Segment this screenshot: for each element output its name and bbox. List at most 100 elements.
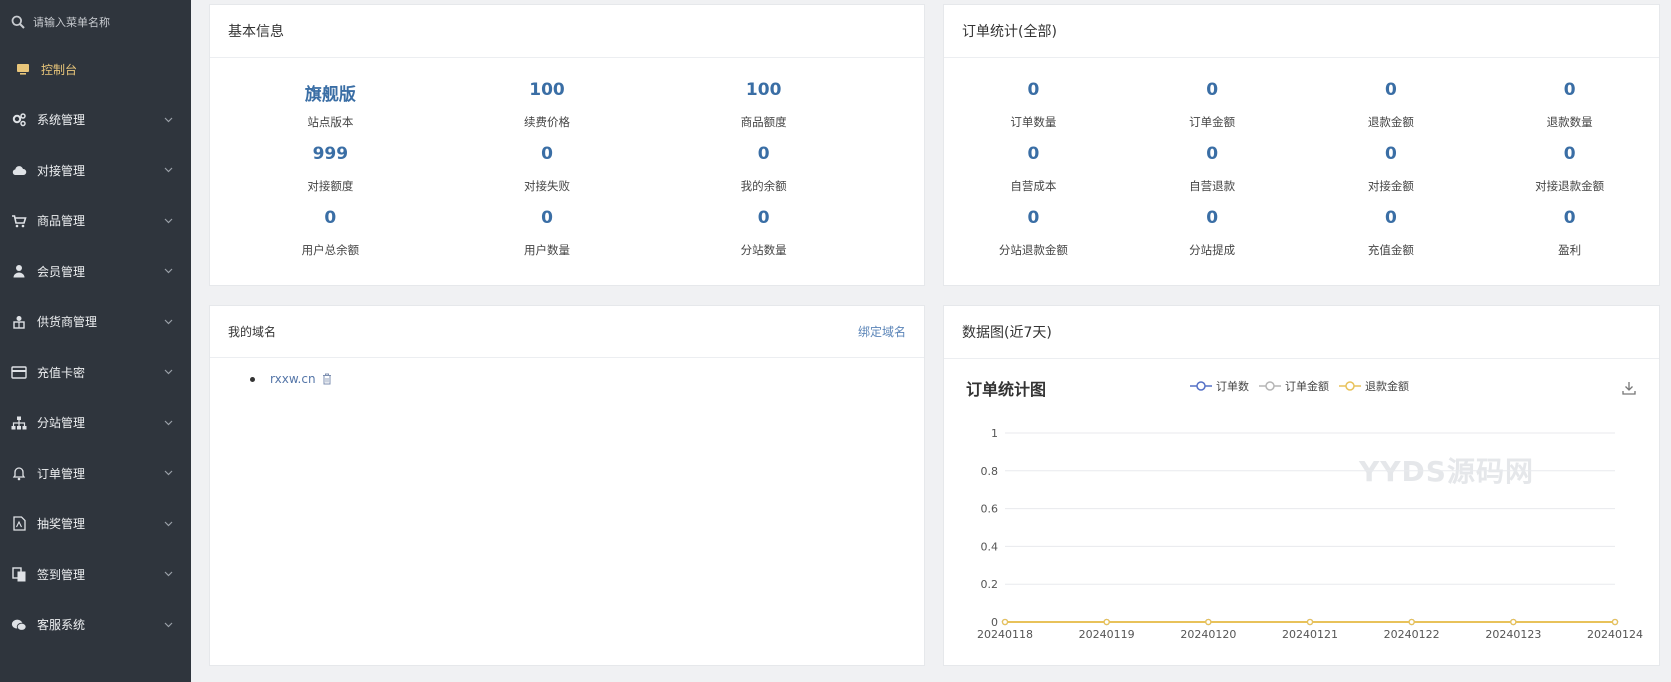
wechat-icon (11, 617, 27, 633)
stat-cell: 0 订单数量 (944, 58, 1123, 129)
chart-title: 订单统计图 (966, 380, 1047, 399)
data-point[interactable] (1510, 618, 1517, 626)
data-point[interactable] (1611, 618, 1619, 626)
data-point[interactable] (1306, 618, 1314, 626)
sidebar-item-label: 签到管理 (37, 567, 86, 582)
stat-cell: 0 对接退款金额 (1480, 122, 1659, 193)
stat-value: 旗舰版 (304, 85, 356, 105)
data-point[interactable] (1611, 618, 1619, 626)
data-point[interactable] (1103, 618, 1110, 626)
stat-label: 用户总余额 (301, 243, 360, 257)
menu-search[interactable]: 请输入菜单名称 (0, 0, 191, 44)
sidebar-item-label: 对接管理 (37, 163, 86, 178)
sidebar-item-10[interactable]: 签到管理 (0, 549, 191, 600)
chevron-down-icon (164, 268, 173, 274)
sidebar-item-0[interactable]: 控制台 (0, 44, 191, 95)
download-icon[interactable] (1621, 380, 1637, 396)
sidebar-item-7[interactable]: 分站管理 (0, 398, 191, 449)
data-point[interactable] (1001, 618, 1009, 626)
x-tick-label: 20240123 (1485, 628, 1541, 641)
stat-value: 0 (1206, 80, 1219, 100)
stat-cell: 0 对接金额 (1302, 122, 1481, 193)
stat-cell: 旗舰版 站点版本 (222, 58, 439, 129)
data-point[interactable] (1408, 618, 1415, 626)
file-icon (11, 516, 27, 532)
legend-label: 退款金额 (1365, 380, 1409, 393)
bell-icon (11, 465, 27, 481)
sidebar-item-3[interactable]: 商品管理 (0, 196, 191, 247)
stat-cell: 0 对接失败 (439, 122, 656, 193)
stat-value: 0 (1384, 80, 1397, 100)
stat-value: 0 (541, 144, 553, 164)
sidebar-item-label: 控制台 (41, 62, 78, 77)
data-point[interactable] (1001, 618, 1009, 626)
stat-label: 分站提成 (1189, 243, 1236, 257)
legend-label: 订单数 (1216, 380, 1249, 393)
data-point[interactable] (1510, 618, 1517, 626)
bind-domain-link[interactable]: 绑定域名 (858, 323, 906, 340)
stat-value: 0 (324, 208, 337, 228)
stat-cell: 0 订单金额 (1123, 58, 1302, 129)
stat-cell: 100 商品额度 (655, 58, 872, 129)
stat-cell: 0 退款金额 (1302, 58, 1481, 129)
sidebar: 请输入菜单名称 控制台系统管理对接管理商品管理 会员管理 供货商管理充值卡密分站管理… (0, 0, 191, 682)
data-point[interactable] (1205, 618, 1212, 626)
data-point[interactable] (1001, 618, 1009, 626)
chevron-down-icon (164, 319, 173, 325)
stat-value: 0 (757, 208, 770, 228)
sidebar-item-5[interactable]: 供货商管理 (0, 297, 191, 348)
x-tick-label: 20240120 (1180, 628, 1236, 641)
stat-cell: 0 自营退款 (1123, 122, 1302, 193)
stat-cell: 0 分站数量 (655, 186, 872, 257)
trash-icon[interactable] (322, 373, 332, 385)
data-point[interactable] (1205, 618, 1212, 626)
legend-item[interactable]: 订单金额 (1259, 378, 1329, 394)
data-point[interactable] (1306, 618, 1314, 626)
sidebar-item-8[interactable]: 订单管理 (0, 448, 191, 499)
sidebar-item-9[interactable]: 抽奖管理 (0, 499, 191, 550)
sidebar-item-4[interactable]: 会员管理 (0, 246, 191, 297)
order-stats-grid: 0 订单数量 0 订单金额 0 退款金额 0 退款数量 0 自营成本 0 自营退款 0 对接金额 0 对接退款… (944, 58, 1659, 257)
stat-label: 分站数量 (740, 243, 787, 257)
chevron-down-icon (164, 218, 173, 224)
stat-cell: 0 退款数量 (1480, 58, 1659, 129)
stat-cell: 0 分站提成 (1123, 186, 1302, 257)
data-point[interactable] (1205, 618, 1212, 626)
legend-item[interactable]: 订单数 (1190, 378, 1249, 394)
sidebar-item-6[interactable]: 充值卡密 (0, 347, 191, 398)
y-tick-label: 1 (991, 427, 998, 440)
legend-item[interactable]: 退款金额 (1339, 378, 1409, 394)
data-point[interactable] (1510, 618, 1517, 626)
y-tick-label: 0 (991, 616, 998, 629)
data-point[interactable] (1103, 618, 1110, 626)
domain-link[interactable]: rxxw.cn (270, 372, 316, 386)
x-tick-label: 20240121 (1282, 628, 1338, 641)
sidebar-item-11[interactable]: 客服系统 (0, 600, 191, 651)
stat-cell: 0 我的余额 (655, 122, 872, 193)
monitor-icon (15, 61, 31, 77)
chevron-down-icon (164, 470, 173, 476)
sidebar-item-label: 分站管理 (37, 416, 86, 431)
sidebar-item-1[interactable]: 系统管理 (0, 95, 191, 146)
stat-label: 分站退款金额 (998, 243, 1068, 257)
data-point[interactable] (1408, 618, 1415, 626)
data-point[interactable] (1306, 618, 1314, 626)
stat-cell: 0 分站退款金额 (944, 186, 1123, 257)
sidebar-item-2[interactable]: 对接管理 (0, 145, 191, 196)
sidebar-item-label: 充值卡密 (37, 365, 86, 380)
stat-value: 0 (541, 208, 553, 228)
chevron-down-icon (164, 117, 173, 123)
watermark: YYDS源码网 (1359, 455, 1534, 488)
stat-label: 盈利 (1558, 243, 1582, 257)
data-point[interactable] (1408, 618, 1415, 626)
stat-value: 0 (1563, 144, 1576, 164)
chart-legend: 订单数 订单金额 退款金额 (1190, 378, 1409, 394)
user-icon (11, 263, 27, 279)
sidebar-item-label: 订单管理 (37, 466, 86, 481)
stat-cell: 999 对接额度 (222, 122, 439, 193)
stat-value: 0 (1027, 208, 1040, 228)
sitemap-icon (11, 415, 27, 431)
data-point[interactable] (1611, 618, 1619, 626)
stat-value: 0 (1027, 80, 1040, 100)
data-point[interactable] (1103, 618, 1110, 626)
